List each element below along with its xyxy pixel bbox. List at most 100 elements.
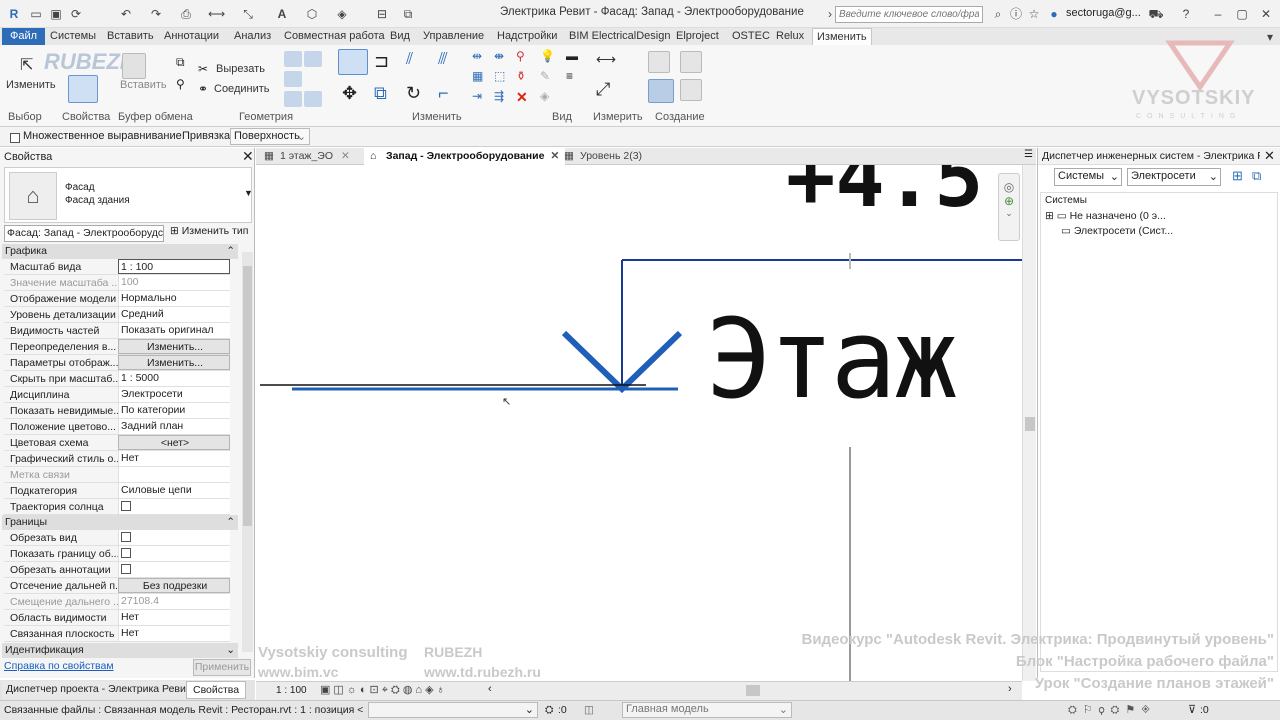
property-value[interactable]: 1 : 5000 (118, 371, 230, 386)
copy-element-icon[interactable]: ⧉ (374, 83, 392, 103)
modify-button[interactable]: Изменить (6, 79, 56, 91)
split-face-icon[interactable] (304, 91, 322, 107)
join-geometry-icon[interactable] (284, 71, 302, 87)
cut-geometry-icon[interactable] (304, 51, 322, 67)
property-value[interactable]: Задний план (118, 419, 230, 434)
offset-icon[interactable]: ⊐ (374, 51, 392, 71)
close-icon[interactable]: ✕ (1258, 6, 1274, 22)
autofit-icon[interactable]: ⧉ (1252, 168, 1261, 184)
section-graphics[interactable]: Графика ⌃ (2, 244, 238, 259)
property-value[interactable] (118, 467, 230, 482)
properties-icon[interactable] (68, 75, 98, 103)
tab-ostec[interactable]: OSTEC (728, 28, 774, 45)
close-icon[interactable]: ✕ (1264, 148, 1275, 164)
apply-button[interactable]: Применить (193, 659, 251, 676)
sync-icon[interactable]: ⟳ (68, 6, 84, 22)
tab-1-floor-eo[interactable]: ▦ 1 этаж_ЭО ✕ (258, 148, 356, 165)
switch-windows-icon[interactable]: ⧉ (400, 6, 416, 22)
trim-single-icon[interactable]: ⇥ (472, 89, 490, 105)
property-value[interactable]: Показать оригинал (118, 323, 230, 338)
pin-icon[interactable]: ⚲ (516, 49, 534, 65)
property-row[interactable]: Положение цветово... Задний план (4, 419, 230, 435)
property-row[interactable]: Дисциплина Электросети (4, 387, 230, 403)
copy-icon[interactable]: ⧉ (176, 55, 194, 71)
property-row[interactable]: Графический стиль о... Нет (4, 451, 230, 467)
property-value[interactable]: Нет (118, 610, 230, 625)
property-value[interactable]: По категории (118, 403, 230, 418)
split-gap-icon[interactable]: ⇼ (494, 49, 512, 65)
mirror-pick-icon[interactable]: ⫽ (406, 51, 424, 68)
move-icon[interactable]: ✥ (342, 83, 360, 103)
property-row[interactable]: Параметры отображ... Изменить... (4, 355, 230, 371)
scroll-left-icon[interactable]: ‹ (488, 683, 492, 695)
discipline-filter-select[interactable]: Электросети ⌄ (1127, 168, 1221, 186)
tab-analyze[interactable]: Анализ (230, 28, 275, 45)
section-icon[interactable]: ◈ (334, 6, 350, 22)
save-icon[interactable]: ▣ (48, 6, 64, 22)
property-row[interactable]: Обрезать вид (4, 530, 230, 546)
type-selector[interactable]: ⌂ Фасад Фасад здания ▼ (4, 167, 253, 223)
create-parts-icon[interactable] (680, 51, 702, 73)
delete-icon[interactable]: ✕ (516, 89, 534, 105)
design-option-select[interactable]: Главная модель ⌄ (622, 702, 792, 718)
open-icon[interactable]: ▭ (28, 6, 44, 22)
view-filter-icon[interactable]: ≡ (566, 69, 584, 85)
create-similar-icon[interactable] (680, 79, 702, 101)
undo-icon[interactable]: ↶ (118, 6, 134, 22)
property-row[interactable]: Значение масштаба ... 100 (4, 275, 230, 291)
tab-project-browser[interactable]: Диспетчер проекта - Электрика Ревит (2, 681, 195, 699)
property-row[interactable]: Обрезать аннотации (4, 562, 230, 578)
view-scale[interactable]: 1 : 100 (276, 685, 307, 696)
level-elevation-text[interactable]: +4.5 (786, 165, 983, 226)
minimize-icon[interactable]: – (1210, 6, 1226, 22)
property-row[interactable]: Метка связи (4, 467, 230, 483)
temporary-hide-icon[interactable]: ◈ (540, 89, 558, 105)
property-value[interactable]: Изменить... (118, 339, 230, 354)
cut-icon[interactable]: ✂ (198, 62, 216, 78)
redo-icon[interactable]: ↷ (148, 6, 164, 22)
drawing-canvas[interactable]: ↖ +4.5 Этаж ◎ ⊕ ⌄ (256, 165, 1022, 681)
design-options-icon[interactable]: ◫ (584, 704, 594, 716)
tab-properties[interactable]: Свойства (186, 681, 247, 699)
tab-bim-electrical[interactable]: BIM ElectricalDesign (565, 28, 674, 45)
cope-icon[interactable] (284, 51, 302, 67)
property-row[interactable]: Уровень детализации Средний (4, 307, 230, 323)
property-row[interactable]: Показать невидимые... По категории (4, 403, 230, 419)
multi-align-checkbox[interactable] (10, 133, 20, 143)
level-name-text[interactable]: Этаж (706, 295, 959, 423)
dimension-icon[interactable]: ⤡ (240, 6, 256, 22)
systems-filter-select[interactable]: Системы ⌄ (1054, 168, 1122, 186)
property-value[interactable]: 27108.4 (118, 594, 230, 609)
paste-icon[interactable] (122, 53, 146, 79)
override-icon[interactable]: ▬ (566, 49, 584, 65)
property-value[interactable] (118, 546, 230, 561)
column-settings-icon[interactable]: ⊞ (1232, 168, 1243, 184)
tab-menu-icon[interactable]: ☰ (1024, 149, 1033, 160)
workset-select[interactable]: ⌄ (368, 702, 538, 718)
property-row[interactable]: Отображение модели Нормально (4, 291, 230, 307)
selection-settings-icons[interactable]: ⛭⚐⚲⛭⚑◈ (1068, 703, 1156, 717)
property-value[interactable]: 1 : 100 (118, 259, 230, 274)
measure-icon[interactable]: ⟷ (208, 6, 225, 22)
split-icon[interactable]: ⇹ (472, 49, 490, 65)
3d-view-icon[interactable]: ⬡ (304, 6, 320, 22)
property-row[interactable]: Масштаб вида 1 : 100 (4, 259, 230, 275)
scrollbar-thumb[interactable] (243, 266, 252, 526)
tab-west-elevation[interactable]: ⌂ Запад - Электрооборудование ✕ (364, 148, 566, 165)
property-value[interactable]: Нет (118, 626, 230, 641)
paint-icon[interactable] (284, 91, 302, 107)
linework-icon[interactable]: ✎ (540, 69, 558, 85)
close-icon[interactable]: ✕ (242, 148, 254, 165)
property-row[interactable]: Скрыть при масштаб... 1 : 5000 (4, 371, 230, 387)
view-control-icons[interactable]: ▣◫☼◐⊡⌖⛭◍⌂◈♁ (320, 683, 448, 697)
property-value[interactable]: Нормально (118, 291, 230, 306)
help-icon[interactable]: ? (1178, 6, 1194, 22)
property-value[interactable] (118, 530, 230, 545)
tab-relux[interactable]: Relux (772, 28, 808, 45)
property-value[interactable]: Изменить... (118, 355, 230, 370)
property-value[interactable] (118, 499, 230, 514)
cart-icon[interactable]: ⛟ (1148, 6, 1164, 22)
tab-level-2[interactable]: ▦ Уровень 2(3) (558, 148, 648, 165)
info-icon[interactable]: ⓘ (1008, 6, 1024, 22)
property-row[interactable]: Переопределения в... Изменить... (4, 339, 230, 355)
